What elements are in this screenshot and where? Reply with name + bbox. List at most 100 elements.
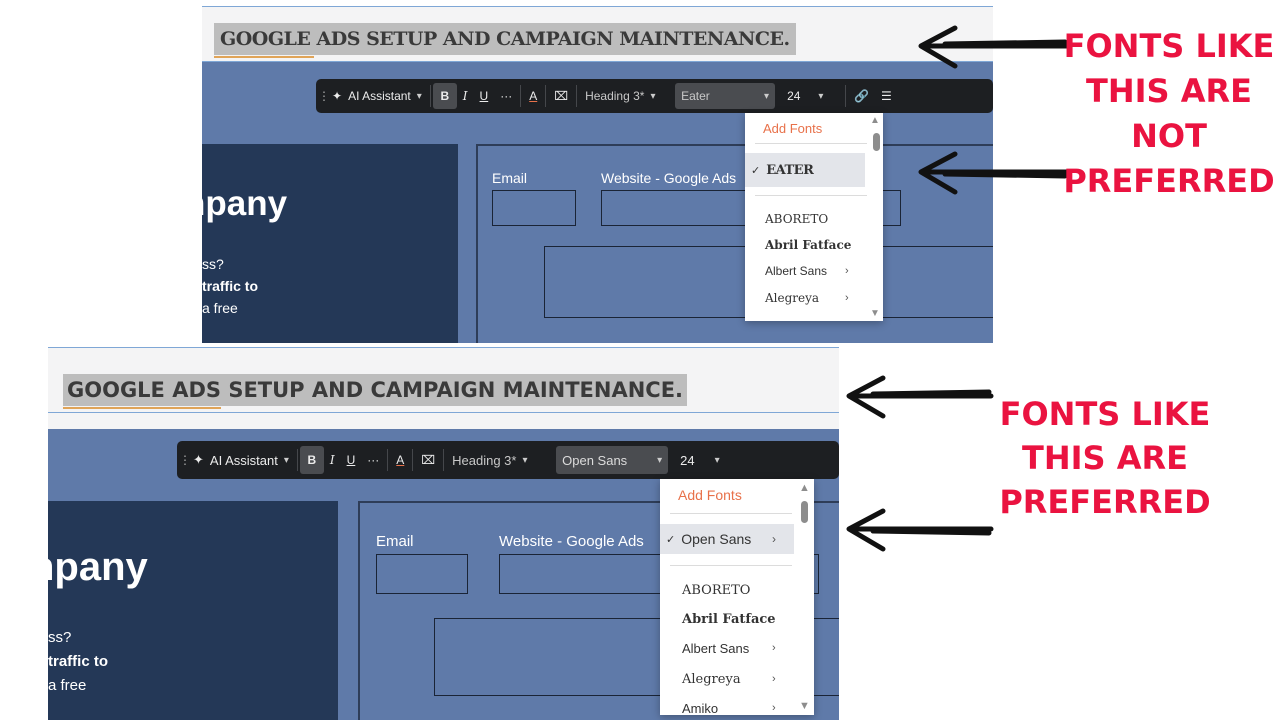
- format-toolbar: ⋮ ✦ AI Assistant ▾ B I U ··· A ⌧ Heading…: [177, 441, 839, 479]
- toolbar-divider: [412, 449, 414, 471]
- scroll-down-icon[interactable]: ▼: [870, 308, 880, 319]
- hero-line-1: ss?: [202, 256, 224, 272]
- font-option[interactable]: Albert Sans: [682, 641, 749, 656]
- scroll-down-icon[interactable]: ▼: [799, 700, 810, 712]
- scroll-thumb[interactable]: [801, 501, 808, 523]
- toolbar-divider: [387, 449, 389, 471]
- check-icon: ✓: [751, 164, 761, 177]
- chevron-right-icon: ›: [845, 265, 849, 277]
- font-option[interactable]: Albert Sans: [765, 264, 827, 278]
- chevron-down-icon: ▾: [657, 454, 663, 466]
- arrow-to-font-preferred: [846, 508, 994, 552]
- annotation-not-preferred: FONTS LIKE THIS ARE NOT PREFERRED: [1060, 24, 1278, 204]
- font-option[interactable]: Amiko: [682, 701, 718, 716]
- font-option-selected[interactable]: ✓ Open Sans ›: [660, 524, 794, 554]
- scroll-thumb[interactable]: [873, 133, 880, 151]
- arrow-to-heading-preferred: [846, 375, 994, 419]
- add-fonts-link[interactable]: Add Fonts: [660, 487, 742, 503]
- heading-select[interactable]: Heading 3* ▾: [579, 83, 675, 109]
- text-color-button[interactable]: A: [390, 447, 410, 473]
- ai-assistant-label: AI Assistant: [209, 452, 278, 468]
- heading-text[interactable]: GOOGLE ADS SETUP AND CAMPAIGN MAINTENANC…: [63, 374, 688, 409]
- scroll-up-icon[interactable]: ▲: [799, 482, 810, 494]
- font-option-selected-label: Open Sans: [681, 531, 752, 547]
- arrow-to-font-not-preferred: [918, 151, 1070, 195]
- format-toolbar: ⋮ ✦ AI Assistant ▾ B I U ··· A ⌧ Heading…: [316, 79, 993, 113]
- text-color-button[interactable]: A: [523, 83, 543, 109]
- drag-handle-icon[interactable]: ⋮: [177, 447, 191, 473]
- font-option[interactable]: ABORETO: [682, 583, 750, 598]
- font-option[interactable]: ABORETO: [765, 212, 828, 226]
- sparkle-icon: ✦: [193, 452, 204, 467]
- font-size-select[interactable]: 24 ▾: [781, 83, 843, 109]
- link-icon[interactable]: 🔗: [848, 83, 875, 109]
- underline-button[interactable]: U: [341, 447, 362, 473]
- chevron-right-icon: ›: [772, 642, 776, 654]
- font-size-select[interactable]: 24 ▾: [674, 447, 736, 473]
- italic-button[interactable]: I: [324, 447, 341, 473]
- dropdown-divider: [755, 195, 867, 196]
- chevron-right-icon: ›: [772, 673, 776, 685]
- ai-assistant-button[interactable]: ✦ AI Assistant ▾: [326, 83, 428, 109]
- font-select[interactable]: Eater ▾: [675, 83, 776, 109]
- annotation-line: PREFERRED: [999, 483, 1211, 521]
- font-select-value: Open Sans: [562, 452, 628, 468]
- bold-button[interactable]: B: [299, 446, 324, 474]
- email-field[interactable]: [492, 190, 576, 226]
- more-button[interactable]: ···: [361, 447, 385, 473]
- font-option[interactable]: Alegreya: [682, 672, 741, 687]
- ai-assistant-button[interactable]: ✦ AI Assistant ▾: [187, 447, 295, 473]
- screenshot-not-preferred: GOOGLE ADS SETUP AND CAMPAIGN MAINTENANC…: [202, 6, 993, 343]
- hero-panel: npany ss? traffic to a free: [48, 501, 338, 720]
- annotation-line: THIS ARE: [1022, 439, 1188, 477]
- font-option[interactable]: Abril Fatface: [765, 238, 851, 252]
- font-size-value: 24: [680, 452, 695, 468]
- spellcheck-underline: [214, 56, 314, 58]
- font-option-selected-label: EATER: [766, 162, 814, 178]
- bold-button[interactable]: B: [432, 83, 457, 109]
- hero-heading: npany: [48, 545, 148, 589]
- dropdown-scrollbar[interactable]: ▲ ▼: [796, 479, 814, 715]
- heading-text[interactable]: GOOGLE ADS SETUP AND CAMPAIGN MAINTENANC…: [214, 23, 796, 58]
- font-option[interactable]: Abril Fatface: [682, 612, 776, 627]
- font-select[interactable]: Open Sans ▾: [556, 446, 669, 474]
- annotation-line: PREFERRED: [1063, 162, 1275, 200]
- annotation-line: THIS ARE: [1086, 72, 1252, 110]
- clear-format-icon[interactable]: ⌧: [415, 447, 441, 473]
- heading-select-value: Heading 3*: [585, 89, 645, 103]
- annotation-line: FONTS LIKE: [1063, 27, 1275, 65]
- spellcheck-underline: [63, 407, 221, 409]
- arrow-to-heading-not-preferred: [918, 25, 1070, 69]
- scroll-up-icon[interactable]: ▲: [870, 115, 880, 126]
- dropdown-scrollbar[interactable]: ▲ ▼: [869, 113, 883, 321]
- annotation-line: FONTS LIKE: [999, 395, 1211, 433]
- align-center-icon[interactable]: ☰: [875, 83, 898, 109]
- heading-select[interactable]: Heading 3* ▾: [446, 447, 556, 473]
- font-dropdown: Add Fonts ✓ EATER ABORETO Abril Fatface …: [745, 113, 883, 321]
- italic-button[interactable]: I: [457, 83, 474, 109]
- underline-button[interactable]: U: [474, 83, 495, 109]
- more-button[interactable]: ···: [494, 83, 518, 109]
- hero-line-1: ss?: [48, 629, 72, 646]
- chevron-down-icon: ▾: [714, 454, 720, 466]
- dropdown-divider: [670, 513, 792, 514]
- sparkle-icon: ✦: [332, 89, 343, 103]
- drag-handle-icon[interactable]: ⋮: [316, 83, 330, 109]
- chevron-right-icon: ›: [845, 292, 849, 304]
- font-option-selected[interactable]: ✓ EATER: [745, 153, 865, 187]
- hero-line-3: a free: [202, 300, 238, 316]
- toolbar-divider: [576, 85, 578, 107]
- add-fonts-link[interactable]: Add Fonts: [745, 121, 822, 136]
- website-label: Website - Google Ads: [601, 170, 737, 186]
- heading-text-value: GOOGLE ADS SETUP AND CAMPAIGN MAINTENANC…: [67, 378, 684, 402]
- heading-bar-rule: [48, 412, 839, 413]
- hero-line-3: a free: [48, 677, 87, 694]
- chevron-right-icon: ›: [772, 532, 776, 546]
- toolbar-divider: [520, 85, 522, 107]
- font-option[interactable]: Alegreya: [765, 291, 819, 305]
- email-field[interactable]: [376, 554, 468, 594]
- chevron-down-icon: ▾: [764, 90, 770, 102]
- clear-format-icon[interactable]: ⌧: [548, 83, 574, 109]
- chevron-down-icon: ▾: [818, 90, 824, 102]
- font-select-value: Eater: [681, 89, 710, 103]
